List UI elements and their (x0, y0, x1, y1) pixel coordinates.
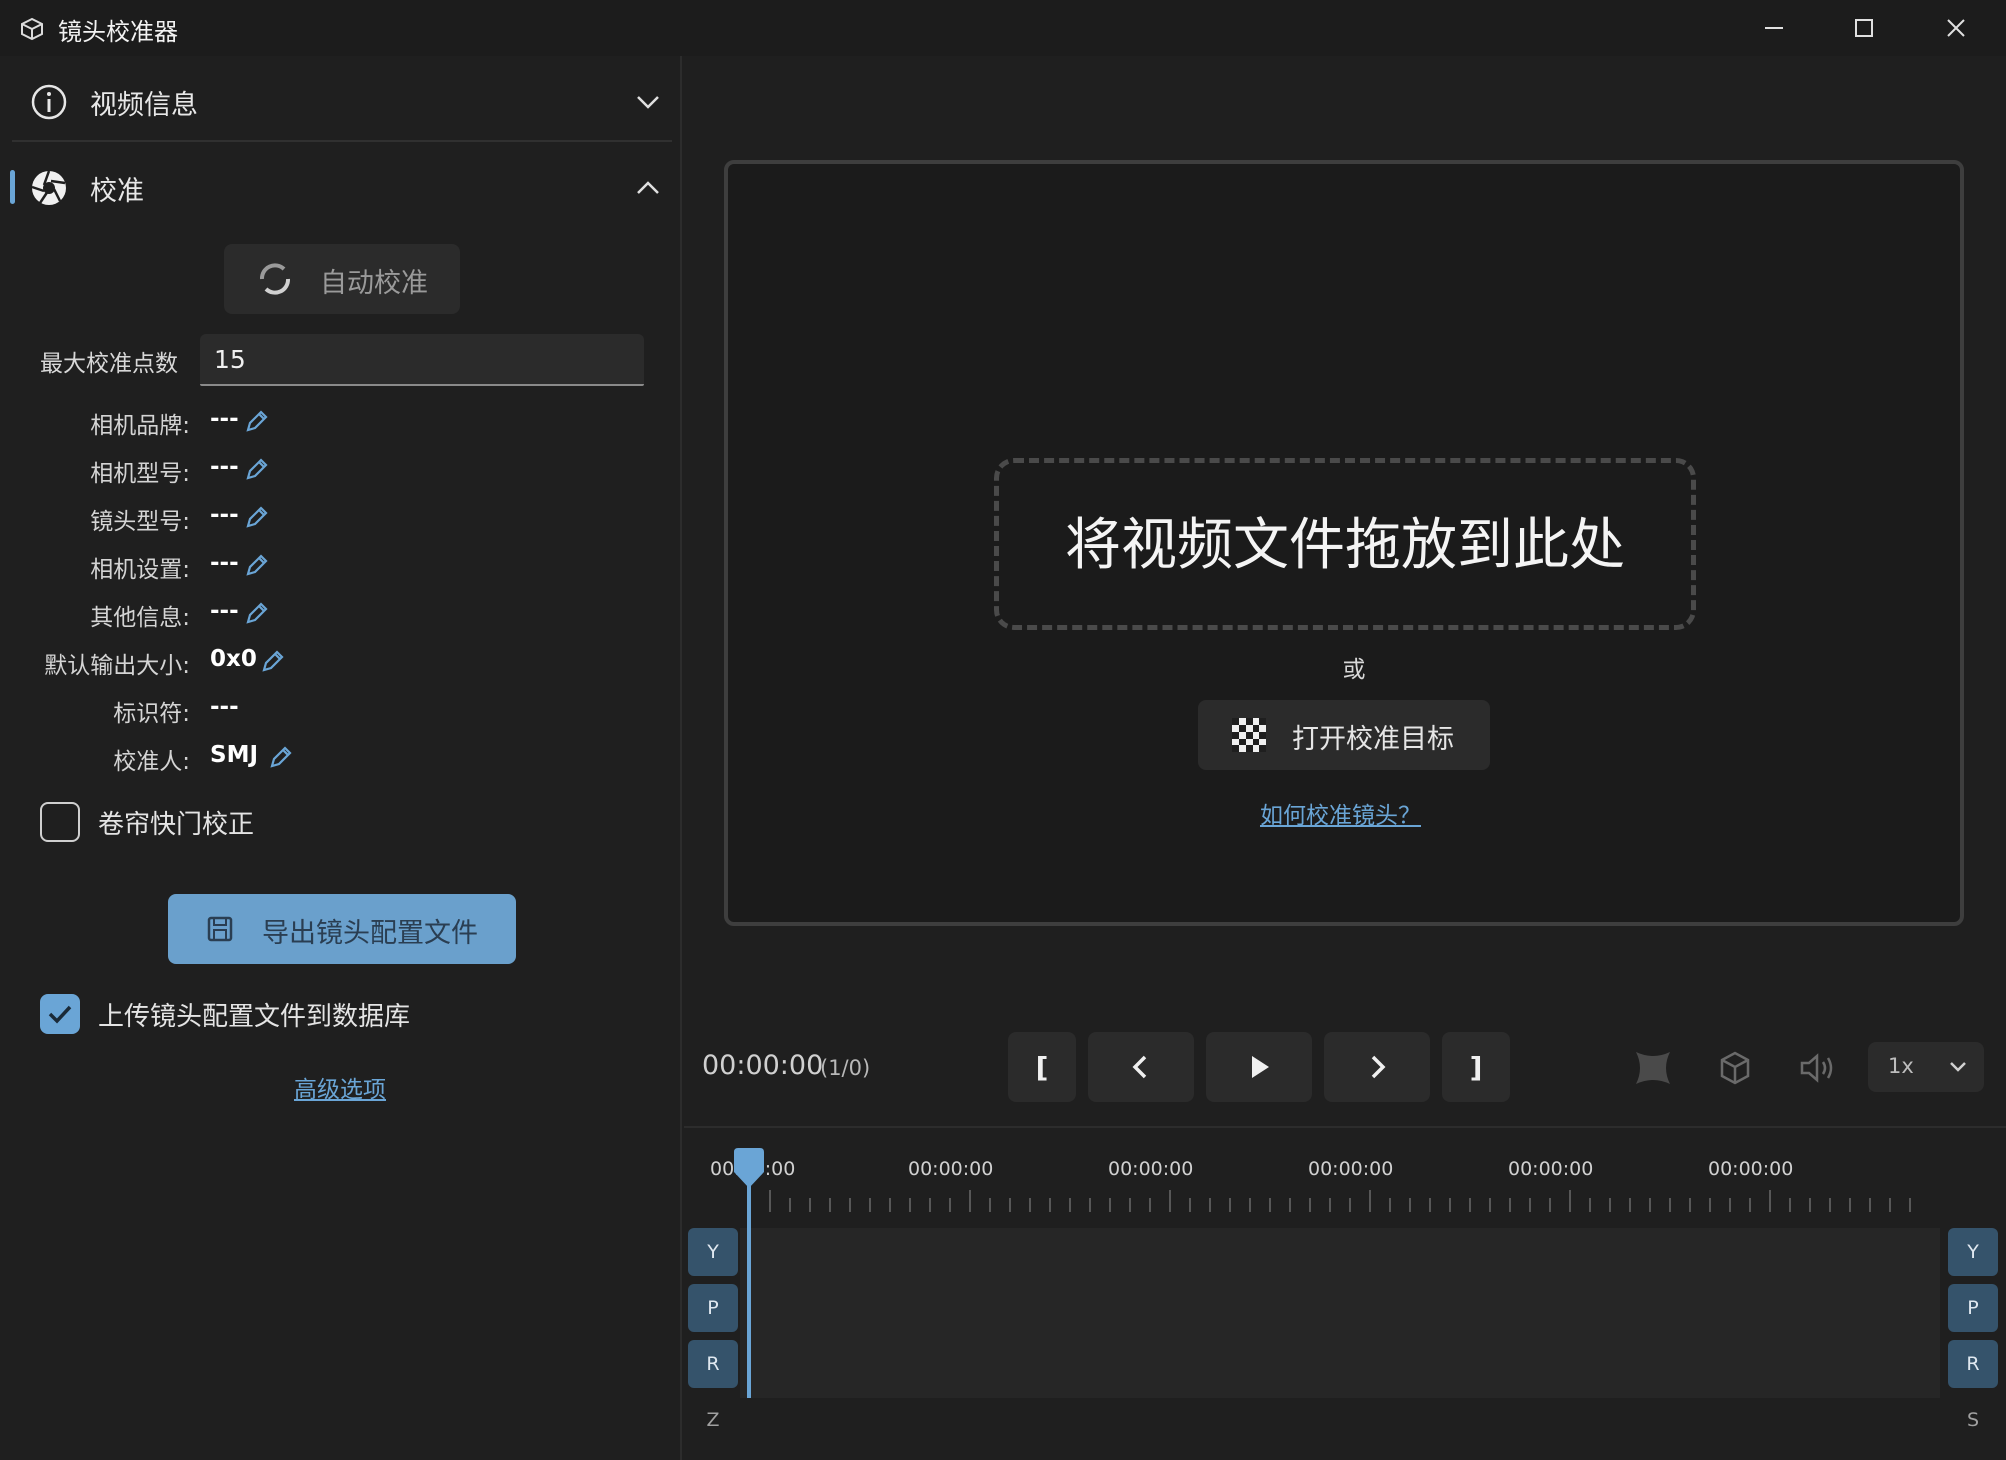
axis-y-left-button[interactable]: Y (688, 1228, 738, 1276)
timeline-tick-label: 00:00:00 (1708, 1158, 1794, 1180)
maximize-button[interactable] (1818, 0, 1910, 56)
advanced-options-link[interactable]: 高级选项 (294, 1070, 386, 1104)
or-text: 或 (1342, 657, 1366, 683)
chevron-up-icon (637, 181, 659, 194)
chevron-left-icon (1132, 1055, 1147, 1079)
edit-pencil-icon[interactable] (244, 504, 270, 530)
axis-p-left-button[interactable]: P (688, 1284, 738, 1332)
timeline-ruler[interactable] (740, 1190, 1970, 1214)
max-points-label: 最大校准点数 (40, 351, 178, 377)
camera-brand-value: --- (210, 406, 239, 432)
lens-model-value: --- (210, 502, 239, 528)
lens-model-label: 镜头型号: (90, 509, 190, 535)
info-icon (31, 84, 67, 120)
edit-pencil-icon[interactable] (268, 744, 294, 770)
mark-out-button[interactable]: ] (1442, 1032, 1510, 1102)
axis-z-left-button[interactable]: Z (688, 1396, 738, 1444)
previous-frame-button[interactable] (1088, 1032, 1194, 1102)
axis-y-right-button[interactable]: Y (1948, 1228, 1998, 1276)
checkerboard-icon (1232, 718, 1266, 752)
axis-r-left-button[interactable]: R (688, 1340, 738, 1388)
axis-s-right-button[interactable]: S (1948, 1396, 1998, 1444)
section-video-info[interactable]: 视频信息 (0, 56, 682, 148)
next-frame-button[interactable] (1324, 1032, 1430, 1102)
timeline-tick-label: 00:00:00 (1108, 1158, 1194, 1180)
camera-settings-value: --- (210, 550, 239, 576)
lens-profile-icon[interactable] (1714, 1048, 1756, 1088)
timeline-track[interactable] (740, 1228, 1940, 1398)
rolling-shutter-label: 卷帘快门校正 (98, 810, 255, 840)
aperture-icon (31, 170, 66, 205)
auto-calibrate-button[interactable]: 自动校准 (224, 244, 460, 314)
export-label: 导出镜头配置文件 (262, 918, 478, 949)
window-title: 镜头校准器 (58, 18, 178, 46)
rolling-shutter-checkbox[interactable] (40, 802, 80, 842)
play-icon (1252, 1056, 1269, 1078)
title-bar: 镜头校准器 (0, 0, 2006, 56)
play-button[interactable] (1206, 1032, 1312, 1102)
calibrated-by-label: 校准人: (113, 749, 190, 775)
close-button[interactable] (1910, 0, 2002, 56)
open-calibration-target-button[interactable]: 打开校准目标 (1198, 700, 1490, 770)
refresh-icon (260, 263, 290, 295)
camera-model-value: --- (210, 454, 239, 480)
timeline-tick-label: 00:00:00 (1308, 1158, 1394, 1180)
maximize-icon (1855, 19, 1873, 37)
frame-counter: (1/0) (820, 1056, 871, 1080)
identifier-value: --- (210, 694, 239, 720)
timeline-tick-label: 00:00:00 (908, 1158, 994, 1180)
edit-pencil-icon[interactable] (244, 456, 270, 482)
edit-pencil-icon[interactable] (244, 408, 270, 434)
section-label: 视频信息 (90, 89, 198, 121)
checkmark-icon (48, 1005, 72, 1024)
output-size-label: 默认输出大小: (44, 653, 190, 679)
mark-in-button[interactable]: [ (1008, 1032, 1076, 1102)
timecode-display: 00:00:00 (702, 1050, 824, 1081)
other-info-value: --- (210, 598, 239, 624)
how-to-calibrate-link[interactable]: 如何校准镜头？ (1260, 796, 1421, 830)
left-panel: 视频信息 校准 自动校准 最大校准点数 相机品牌: --- 相机型号: --- … (0, 56, 682, 1460)
camera-brand-label: 相机品牌: (90, 413, 190, 439)
edit-pencil-icon[interactable] (260, 648, 286, 674)
calibrated-by-value: SMJ (210, 742, 259, 768)
camera-settings-label: 相机设置: (90, 557, 190, 583)
open-target-label: 打开校准目标 (1292, 724, 1454, 755)
camera-model-label: 相机型号: (90, 461, 190, 487)
upload-database-checkbox[interactable] (40, 994, 80, 1034)
drop-zone-text: 将视频文件拖放到此处 (1065, 513, 1625, 578)
export-lens-profile-button[interactable]: 导出镜头配置文件 (168, 894, 516, 964)
timeline-separator (684, 1126, 2006, 1128)
playhead-line[interactable] (747, 1160, 751, 1398)
playback-speed-select[interactable]: 1x (1868, 1042, 1984, 1092)
minimize-icon (1765, 27, 1783, 29)
output-size-value: 0x0 (210, 646, 257, 672)
axis-p-right-button[interactable]: P (1948, 1284, 1998, 1332)
stabilization-overlay-icon[interactable] (1632, 1048, 1674, 1088)
edit-pencil-icon[interactable] (244, 552, 270, 578)
chevron-right-icon (1371, 1055, 1386, 1079)
edit-pencil-icon[interactable] (244, 600, 270, 626)
close-icon (1947, 19, 1965, 37)
volume-icon[interactable] (1796, 1048, 1838, 1088)
chevron-down-icon (637, 96, 659, 109)
playback-speed-value: 1x (1888, 1054, 1914, 1078)
playhead-handle[interactable] (730, 1148, 768, 1190)
upload-database-label: 上传镜头配置文件到数据库 (98, 1002, 411, 1032)
chevron-down-icon (1950, 1062, 1966, 1072)
save-icon (207, 916, 233, 942)
section-label: 校准 (90, 175, 144, 207)
auto-calibrate-label: 自动校准 (320, 268, 428, 299)
minimize-button[interactable] (1728, 0, 1820, 56)
other-info-label: 其他信息: (90, 605, 190, 631)
axis-r-right-button[interactable]: R (1948, 1340, 1998, 1388)
section-calibration[interactable]: 校准 (0, 142, 682, 234)
identifier-label: 标识符: (113, 701, 190, 727)
timeline-tick-label: 00:00:00 (1508, 1158, 1594, 1180)
max-points-input[interactable] (200, 334, 644, 386)
app-logo-icon (21, 17, 43, 41)
